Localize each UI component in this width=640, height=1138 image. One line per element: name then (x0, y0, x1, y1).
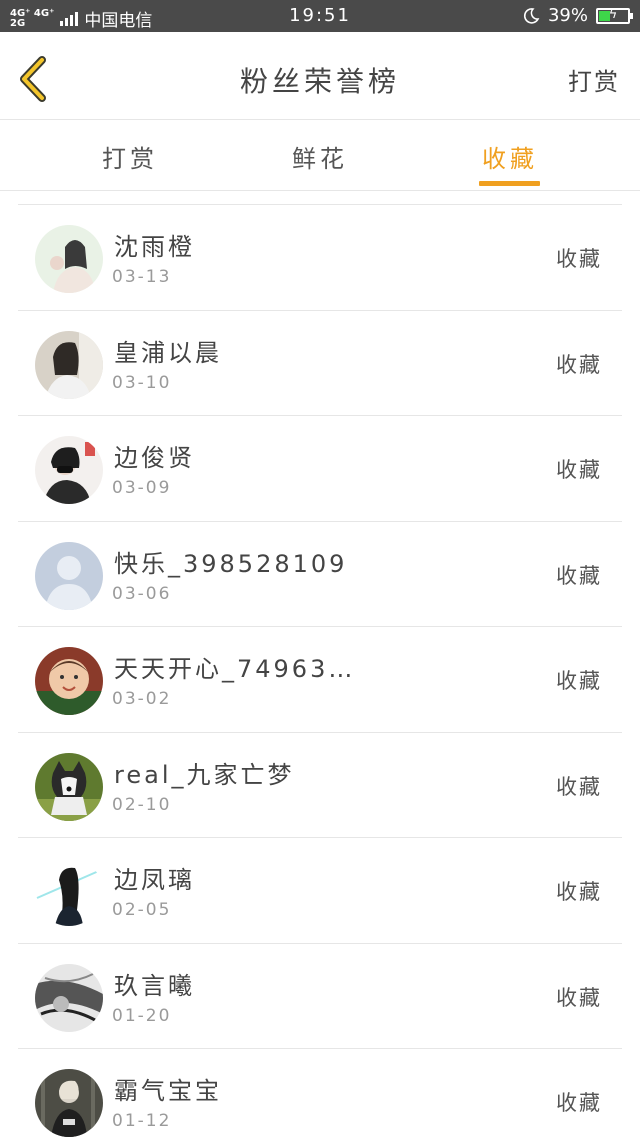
user-name: 玖言曦 (114, 971, 195, 1000)
date: 03-10 (112, 372, 172, 393)
date: 03-13 (112, 267, 172, 287)
date: 03-06 (112, 583, 172, 604)
page-title: 粉丝荣誉榜 (239, 65, 400, 98)
tab-flowers[interactable]: 鲜花 (260, 139, 380, 174)
user-name: 边俊贤 (114, 444, 195, 472)
date: 02-05 (112, 900, 172, 920)
list-item[interactable]: real_九家亡梦 02-10 收藏 (18, 733, 622, 838)
avatar (35, 1069, 103, 1137)
status-right: 39% ϟ (522, 5, 633, 26)
user-name: 快乐_398528109 (114, 549, 348, 578)
list-item[interactable]: 天天开心_74963… 03-02 收藏 (18, 627, 622, 733)
action-label: 收藏 (556, 458, 602, 482)
list-item[interactable]: 皇浦以晨 03-10 收藏 (18, 311, 622, 416)
user-name: 沈雨橙 (114, 233, 195, 261)
action-label: 收藏 (556, 247, 602, 271)
battery-icon: ϟ (596, 6, 633, 24)
status-bar: 4G⁺ 4G⁺ 2G 中国电信 19:51 39% ϟ (0, 0, 640, 32)
date: 01-12 (112, 1111, 172, 1131)
fan-list: 沈雨橙 03-13 收藏 皇浦以晨 03-10 收藏 边俊贤 03-09 收藏 … (18, 204, 622, 1138)
avatar (35, 752, 103, 821)
date: 01-20 (112, 1005, 172, 1026)
avatar (35, 963, 103, 1032)
action-label: 收藏 (556, 1091, 602, 1115)
date: 02-10 (112, 794, 172, 815)
date: 03-09 (112, 478, 172, 498)
tab-favorites[interactable]: 收藏 (450, 139, 570, 174)
user-name: 天天开心_74963… (114, 655, 356, 683)
list-item[interactable]: 霸气宝宝 01-12 收藏 (18, 1049, 622, 1138)
user-name: 霸气宝宝 (114, 1077, 222, 1105)
charging-icon: ϟ (608, 6, 618, 22)
action-label: 收藏 (556, 563, 602, 588)
user-name: 皇浦以晨 (114, 338, 222, 367)
reward-button[interactable]: 打赏 (568, 62, 620, 97)
tab-reward[interactable]: 打赏 (70, 139, 190, 174)
user-name: real_九家亡梦 (114, 760, 295, 789)
avatar (35, 330, 103, 399)
avatar (35, 436, 103, 504)
list-item[interactable]: 玖言曦 01-20 收藏 (18, 944, 622, 1049)
user-name: 边凤璃 (114, 866, 195, 894)
battery-percent: 39% (547, 5, 588, 26)
action-label: 收藏 (556, 774, 602, 799)
list-item[interactable]: 沈雨橙 03-13 收藏 (18, 205, 622, 311)
active-tab-indicator (479, 181, 540, 186)
action-label: 收藏 (556, 880, 602, 904)
avatar (35, 225, 103, 293)
date: 03-02 (112, 689, 172, 709)
list-item[interactable]: 快乐_398528109 03-06 收藏 (18, 522, 622, 627)
action-label: 收藏 (556, 985, 602, 1010)
action-label: 收藏 (556, 669, 602, 693)
avatar (35, 858, 103, 926)
avatar (35, 647, 103, 715)
action-label: 收藏 (556, 352, 602, 377)
tab-bar: 打赏 鲜花 收藏 (0, 121, 640, 191)
list-item[interactable]: 边俊贤 03-09 收藏 (18, 416, 622, 522)
list-item[interactable]: 边凤璃 02-05 收藏 (18, 838, 622, 944)
moon-icon (523, 7, 540, 24)
avatar (35, 541, 103, 610)
app-header: 粉丝荣誉榜 打赏 (0, 32, 640, 120)
